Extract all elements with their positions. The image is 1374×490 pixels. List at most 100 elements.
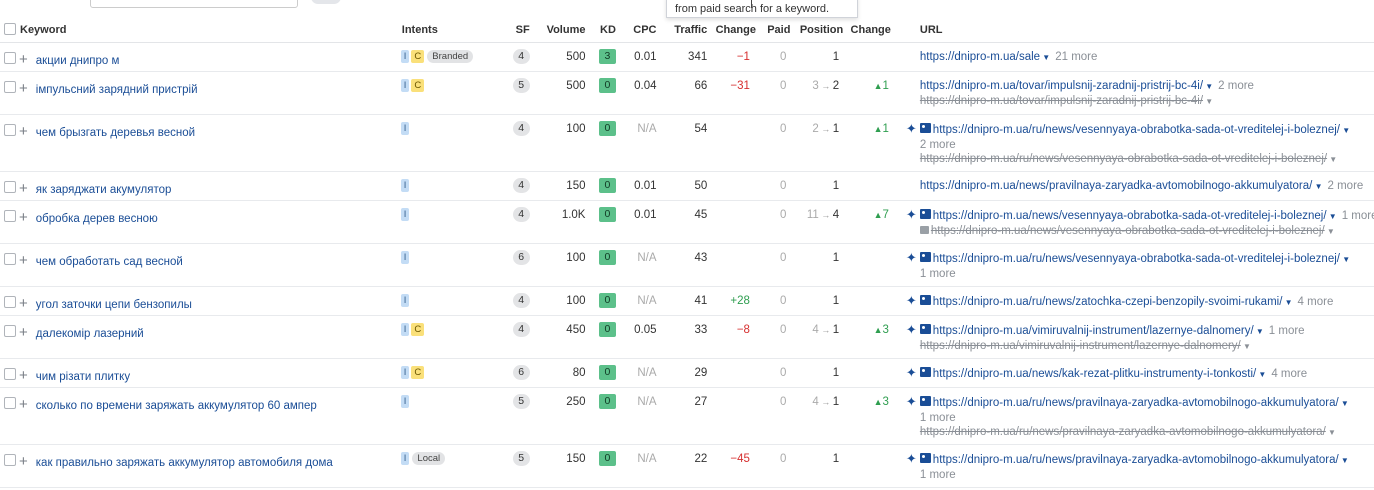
sf-badge[interactable]: 6 (512, 250, 530, 265)
keyword-link[interactable]: далекомір лазерний (36, 328, 144, 340)
add-keyword-icon[interactable]: + (19, 181, 28, 196)
more-urls-link[interactable]: 2 more (920, 139, 956, 151)
old-url-chevron-icon[interactable]: ▼ (1325, 227, 1335, 236)
sf-badge[interactable]: 4 (512, 121, 530, 136)
ranking-url-link[interactable]: https://dnipro-m.ua/sale (920, 51, 1040, 63)
sf-badge[interactable]: 5 (512, 451, 530, 466)
row-checkbox[interactable] (4, 454, 16, 466)
old-url-chevron-icon[interactable]: ▼ (1241, 342, 1251, 351)
ranking-url-link[interactable]: https://dnipro-m.ua/news/vesennyaya-obra… (933, 210, 1327, 222)
url-dropdown-chevron-icon[interactable]: ▼ (1340, 255, 1350, 264)
add-keyword-icon[interactable]: + (19, 325, 28, 340)
sf-badge[interactable]: 6 (512, 365, 530, 380)
row-checkbox[interactable] (4, 368, 16, 380)
keyword-link[interactable]: обробка дерев весною (36, 213, 158, 225)
row-checkbox[interactable] (4, 397, 16, 409)
row-checkbox[interactable] (4, 124, 16, 136)
keyword-link[interactable]: чим різати плитку (36, 371, 130, 383)
more-urls-link[interactable]: 21 more (1055, 51, 1097, 63)
add-keyword-icon[interactable]: + (19, 296, 28, 311)
col-change[interactable]: Change (707, 17, 756, 43)
previous-url[interactable]: https://dnipro-m.ua/vimiruvalnij-instrum… (920, 340, 1241, 352)
old-url-chevron-icon[interactable]: ▼ (1203, 97, 1213, 106)
ranking-url-link[interactable]: https://dnipro-m.ua/vimiruvalnij-instrum… (933, 325, 1254, 337)
col-position[interactable]: Position (790, 17, 844, 43)
keyword-link[interactable]: как правильно заряжать аккумулятор автом… (36, 457, 333, 469)
more-urls-link[interactable]: 4 more (1271, 368, 1307, 380)
keyword-link[interactable]: як заряджати акумулятор (36, 184, 172, 196)
url-dropdown-chevron-icon[interactable]: ▼ (1339, 456, 1349, 465)
col-paid[interactable]: Paid (755, 17, 791, 43)
col-keyword[interactable]: Keyword (0, 17, 398, 43)
more-urls-link[interactable]: 2 more (1218, 80, 1254, 92)
add-keyword-icon[interactable]: + (19, 368, 28, 383)
row-checkbox[interactable] (4, 52, 16, 64)
ranking-url-link[interactable]: https://dnipro-m.ua/ru/news/zatochka-cze… (933, 296, 1283, 308)
more-urls-link[interactable]: 1 more (920, 268, 956, 280)
keyword-link[interactable]: сколько по времени заряжать аккумулятор … (36, 400, 317, 412)
sf-badge[interactable]: 5 (512, 394, 530, 409)
sf-badge[interactable]: 4 (512, 49, 530, 64)
url-dropdown-chevron-icon[interactable]: ▼ (1040, 53, 1050, 62)
url-dropdown-chevron-icon[interactable]: ▼ (1339, 399, 1349, 408)
more-urls-link[interactable]: 4 more (1298, 296, 1334, 308)
more-urls-link[interactable]: 1 more (920, 469, 956, 481)
add-keyword-icon[interactable]: + (19, 253, 28, 268)
add-keyword-icon[interactable]: + (19, 397, 28, 412)
add-keyword-icon[interactable]: + (19, 124, 28, 139)
col-cpc[interactable]: CPC (615, 17, 657, 43)
ranking-url-link[interactable]: https://dnipro-m.ua/news/kak-rezat-plitk… (933, 368, 1256, 380)
more-urls-link[interactable]: 1 more (1342, 210, 1374, 222)
col-kd[interactable]: KD (585, 17, 616, 43)
row-checkbox[interactable] (4, 325, 16, 337)
previous-url[interactable]: https://dnipro-m.ua/news/vesennyaya-obra… (931, 225, 1325, 237)
sf-badge[interactable]: 4 (512, 322, 530, 337)
keyword-link[interactable]: імпульсний зарядний пристрій (36, 84, 198, 96)
url-dropdown-chevron-icon[interactable]: ▼ (1340, 126, 1350, 135)
add-keyword-icon[interactable]: + (19, 52, 28, 67)
keyword-link[interactable]: акции днипро м (36, 55, 120, 67)
toggle-switch[interactable] (311, 0, 341, 4)
col-url[interactable]: URL (890, 17, 1374, 43)
more-urls-link[interactable]: 1 more (920, 412, 956, 424)
old-url-chevron-icon[interactable]: ▼ (1327, 155, 1337, 164)
previous-url[interactable]: https://dnipro-m.ua/ru/news/pravilnaya-z… (920, 426, 1326, 438)
more-urls-link[interactable]: 1 more (1269, 325, 1305, 337)
sf-badge[interactable]: 4 (512, 207, 530, 222)
sf-badge[interactable]: 4 (512, 178, 530, 193)
add-keyword-icon[interactable]: + (19, 454, 28, 469)
url-dropdown-chevron-icon[interactable]: ▼ (1256, 370, 1266, 379)
row-checkbox[interactable] (4, 210, 16, 222)
keyword-link[interactable]: угол заточки цепи бензопилы (36, 299, 192, 311)
row-checkbox[interactable] (4, 296, 16, 308)
col-pos-change[interactable]: Change (843, 17, 891, 43)
previous-url[interactable]: https://dnipro-m.ua/tovar/impulsnij-zara… (920, 95, 1203, 107)
col-traffic[interactable]: Traffic (656, 17, 708, 43)
row-checkbox[interactable] (4, 253, 16, 265)
keyword-filter-input[interactable] (90, 0, 298, 8)
url-dropdown-chevron-icon[interactable]: ▼ (1254, 327, 1264, 336)
select-all-checkbox[interactable] (4, 23, 16, 35)
add-keyword-icon[interactable]: + (19, 210, 28, 225)
ranking-url-link[interactable]: https://dnipro-m.ua/ru/news/vesennyaya-o… (933, 124, 1340, 136)
ranking-url-link[interactable]: https://dnipro-m.ua/ru/news/vesennyaya-o… (933, 253, 1340, 265)
ranking-url-link[interactable]: https://dnipro-m.ua/news/pravilnaya-zary… (920, 180, 1312, 192)
old-url-chevron-icon[interactable]: ▼ (1326, 428, 1336, 437)
url-dropdown-chevron-icon[interactable]: ▼ (1312, 182, 1323, 191)
row-checkbox[interactable] (4, 181, 16, 193)
ranking-url-link[interactable]: https://dnipro-m.ua/tovar/impulsnij-zara… (920, 80, 1203, 92)
ranking-url-link[interactable]: https://dnipro-m.ua/ru/news/pravilnaya-z… (933, 454, 1339, 466)
col-volume[interactable]: Volume (529, 17, 586, 43)
col-intents[interactable]: Intents (397, 17, 504, 43)
add-keyword-icon[interactable]: + (19, 81, 28, 96)
ranking-url-link[interactable]: https://dnipro-m.ua/ru/news/pravilnaya-z… (933, 397, 1339, 409)
keyword-link[interactable]: чем обработать сад весной (36, 256, 183, 268)
sf-badge[interactable]: 4 (512, 293, 530, 308)
url-dropdown-chevron-icon[interactable]: ▼ (1327, 212, 1337, 221)
more-urls-link[interactable]: 2 more (1328, 180, 1364, 192)
keyword-link[interactable]: чем брызгать деревья весной (36, 127, 195, 139)
url-dropdown-chevron-icon[interactable]: ▼ (1203, 82, 1213, 91)
col-sf[interactable]: SF (503, 17, 530, 43)
previous-url[interactable]: https://dnipro-m.ua/ru/news/vesennyaya-o… (920, 153, 1327, 165)
url-dropdown-chevron-icon[interactable]: ▼ (1282, 298, 1293, 307)
